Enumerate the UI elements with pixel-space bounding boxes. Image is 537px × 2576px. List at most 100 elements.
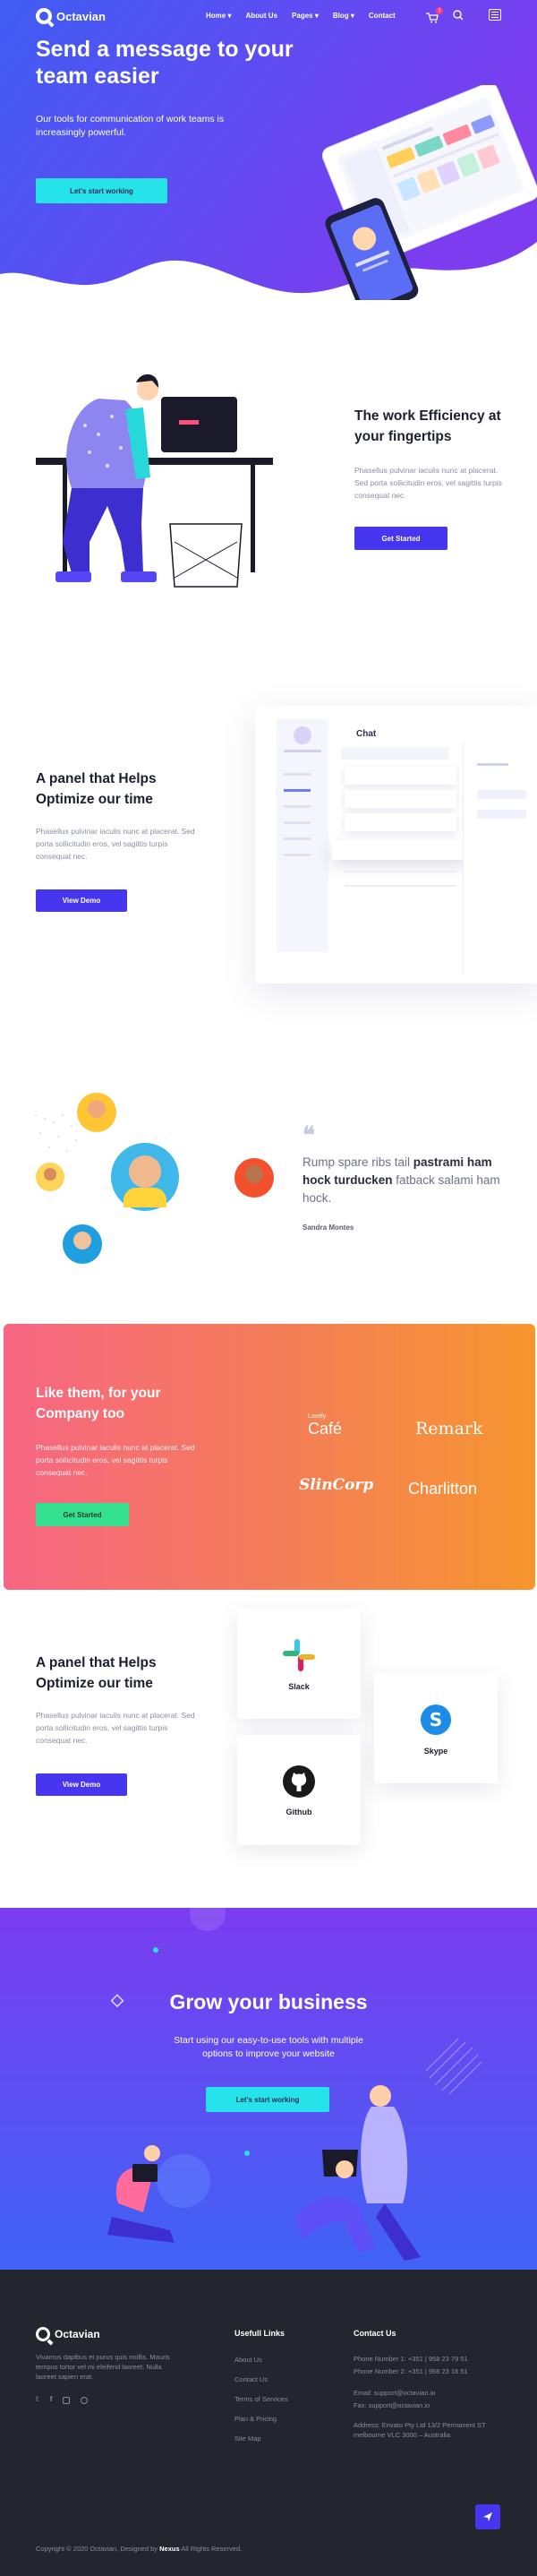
chat-item-active[interactable] [332, 840, 466, 860]
footer-link-sitemap[interactable]: Site Map [234, 2434, 261, 2443]
integrations-view-demo-button[interactable]: View Demo [36, 1773, 127, 1796]
skype-icon: S [421, 1704, 451, 1735]
menu-toggle-icon[interactable] [489, 9, 501, 21]
sidebar-line [284, 805, 311, 808]
menu-item-contact[interactable]: Contact [369, 12, 396, 20]
sidebar-line [284, 750, 321, 752]
contact-fax: Fax: support@octavian.io [354, 2401, 430, 2409]
footer-about: Vivamus dapibus et purus quis mollis. Ma… [36, 2353, 170, 2381]
footer-brand-mark-icon [36, 2327, 50, 2341]
logo-text: Lovely [308, 1413, 327, 1420]
contact-email: Email: support@octavian.io [354, 2389, 436, 2397]
hero-title: Send a message to your team easier [36, 37, 294, 89]
menu-label: Blog [332, 12, 349, 20]
chat-item[interactable] [345, 767, 456, 785]
chat-detail-panel [463, 742, 534, 975]
chat-item[interactable] [345, 790, 456, 808]
testimonial-quote: Rump spare ribs tail pastrami ham hock t… [303, 1154, 508, 1207]
brand-mark-icon [36, 8, 52, 24]
divider [345, 885, 456, 887]
grow-title: Grow your business [169, 1990, 368, 2014]
page: Octavian Home ▾ About Us Pages ▾ Blog ▾ … [0, 0, 537, 2576]
sidebar-line [284, 773, 311, 776]
chat-item[interactable] [345, 813, 456, 831]
logo-charlitton: Charlitton [408, 1480, 478, 1498]
contact-phone-1: Phone Number 1: +351 | 958 23 79 51 [354, 2355, 468, 2363]
avatar [294, 726, 311, 744]
nav-icons: 1 [426, 7, 464, 25]
instagram-icon[interactable] [63, 2397, 71, 2404]
github-label: Github [286, 1807, 312, 1816]
panel-title: A panel that Helps Optimize our time [36, 771, 157, 807]
view-demo-button[interactable]: View Demo [36, 889, 127, 912]
menu-item-blog[interactable]: Blog ▾ [333, 12, 354, 20]
search-icon[interactable] [453, 9, 464, 25]
slack-icon [283, 1638, 315, 1671]
menu-item-about[interactable]: About Us [245, 12, 277, 20]
detail-line [477, 790, 526, 799]
hero-cta-button[interactable]: Let's start working [36, 178, 167, 203]
brand-name: Octavian [56, 9, 106, 23]
divider [345, 871, 456, 872]
footer-link-pricing[interactable]: Plan & Pricing [234, 2415, 277, 2423]
chat-list [332, 767, 466, 901]
main-menu: Home ▾ About Us Pages ▾ Blog ▾ Contact [206, 12, 396, 20]
facebook-icon[interactable]: f [50, 2395, 53, 2404]
github-card[interactable]: Github [237, 1735, 361, 1845]
grow-cta-button[interactable]: Let's start working [206, 2087, 329, 2112]
copyright: Copyright © 2020 Octavian, Designed by N… [36, 2544, 304, 2554]
clients-get-started-button[interactable]: Get Started [36, 1503, 129, 1526]
integrations-text: Phasellus pulvinar iaculis nunc at place… [36, 1711, 195, 1745]
paper-plane-icon [483, 2512, 492, 2521]
quote-icon: ❝ [303, 1122, 315, 1149]
integrations-title: A panel that Helps Optimize our time [36, 1655, 157, 1691]
scroll-top-button[interactable] [475, 2504, 500, 2529]
logo-remark: Remark [415, 1419, 483, 1438]
chat-app-mockup: Chat [255, 706, 537, 983]
desk-person-illustration [36, 374, 273, 588]
avatar-face [129, 1155, 161, 1188]
links-heading: Usefull Links [234, 2329, 286, 2338]
github-icon [283, 1765, 315, 1798]
slack-card[interactable]: Slack [237, 1609, 361, 1719]
menu-label: Home [206, 12, 226, 20]
skype-label: Skype [423, 1746, 448, 1756]
get-started-button[interactable]: Get Started [354, 527, 448, 550]
copyright-text: Copyright © 2020 Octavian, Designed by [36, 2545, 160, 2553]
avatar [111, 1143, 179, 1211]
avatar [234, 1158, 274, 1198]
slack-label: Slack [288, 1681, 310, 1691]
sidebar-line [284, 837, 311, 840]
cart-count-badge: 1 [436, 7, 443, 14]
hero-devices-illustration [322, 85, 537, 300]
contact-address: Address: Envato Pty Ltd 13/2 Permanent S… [354, 2421, 486, 2439]
panel-text: Phasellus pulvinar iaculis nunc at place… [36, 827, 195, 861]
cart-icon[interactable]: 1 [426, 7, 443, 23]
menu-label: Pages [292, 12, 313, 20]
menu-item-pages[interactable]: Pages ▾ [292, 12, 319, 20]
footer-link-terms[interactable]: Terms of Services [234, 2395, 288, 2403]
twitter-icon[interactable]: 𝕥 [36, 2395, 39, 2404]
footer-link-about[interactable]: About Us [234, 2356, 262, 2364]
footer: Octavian Vivamus dapibus et purus quis m… [0, 2270, 537, 2576]
sidebar-line [284, 821, 311, 824]
navbar: Octavian Home ▾ About Us Pages ▾ Blog ▾ … [0, 0, 537, 32]
brand-logo[interactable]: Octavian [36, 8, 106, 24]
grow-subtitle: Start using our easy-to-use tools with m… [174, 2035, 363, 2059]
chat-sidebar [277, 719, 328, 952]
logo-text: Café [308, 1420, 343, 1438]
menu-item-home[interactable]: Home ▾ [206, 12, 231, 20]
footer-link-contact[interactable]: Contact Us [234, 2375, 268, 2383]
avatar [63, 1224, 102, 1264]
avatar-face [73, 1232, 91, 1249]
footer-brand[interactable]: Octavian [36, 2327, 100, 2341]
skype-card[interactable]: S Skype [374, 1673, 498, 1783]
dribbble-icon[interactable] [81, 2397, 89, 2404]
chat-search-input[interactable] [341, 747, 448, 760]
hero-section: Octavian Home ▾ About Us Pages ▾ Blog ▾ … [0, 0, 537, 309]
logo-slincorp: SlinCorp [299, 1476, 374, 1494]
copyright-brand[interactable]: Nexus [159, 2545, 180, 2553]
dots-pattern [35, 1114, 77, 1152]
detail-line [477, 763, 508, 766]
contact-heading: Contact Us [354, 2329, 396, 2338]
